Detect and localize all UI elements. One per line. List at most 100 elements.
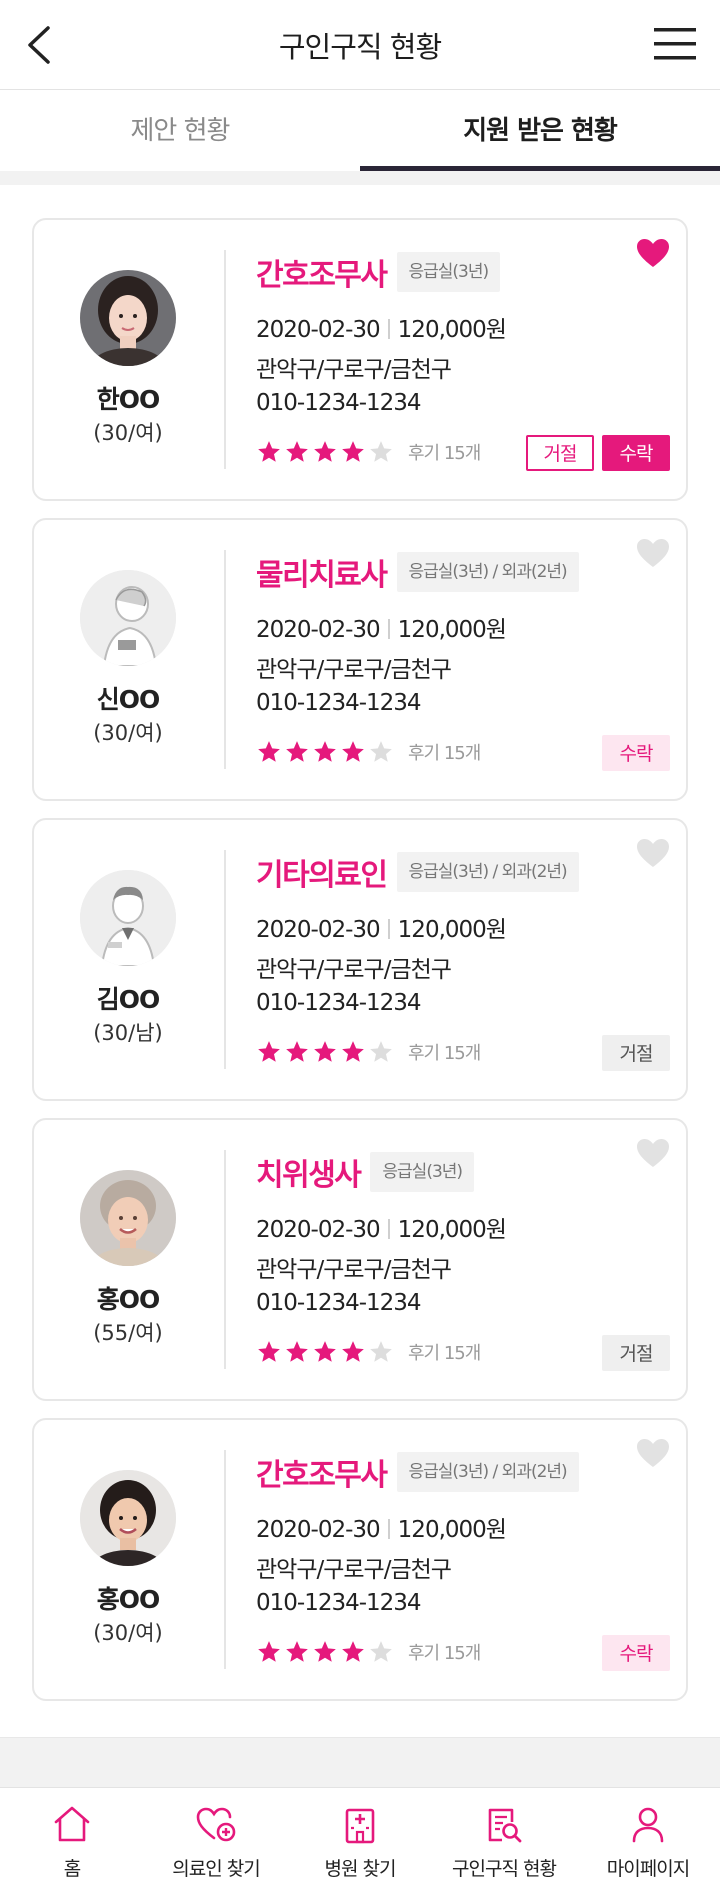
job-header: 물리치료사 응급실(3년) / 외과(2년): [256, 550, 579, 594]
work-date: 2020-02-30: [256, 317, 381, 343]
work-area: 관악구/구로구/금천구: [256, 357, 452, 383]
date-pay-line: 2020-02-30 120,000원: [256, 610, 507, 644]
review-count[interactable]: 후기 15개: [408, 439, 481, 465]
divider: [224, 850, 226, 1069]
applicant-age-gender: (30/남): [93, 1021, 163, 1045]
reject-button[interactable]: 거절: [526, 435, 594, 471]
date-pay-line: 2020-02-30 120,000원: [256, 1510, 507, 1544]
work-area: 관악구/구로구/금천구: [256, 657, 452, 683]
applicant-card[interactable]: 김OO (30/남) 기타의료인 응급실(3년) / 외과(2년) 2020-0…: [32, 818, 688, 1101]
divider: [224, 1450, 226, 1669]
nav-find-medical-staff[interactable]: 의료인 찾기: [144, 1788, 288, 1888]
phone-number: 010-1234-1234: [256, 390, 422, 416]
work-date: 2020-02-30: [256, 1517, 381, 1543]
person-icon: [632, 1807, 664, 1843]
tab-label: 지원 받은 현황: [463, 116, 618, 146]
nav-my-page[interactable]: 마이페이지: [576, 1788, 720, 1888]
divider: [224, 550, 226, 769]
separator: [387, 619, 390, 639]
work-date: 2020-02-30: [256, 1217, 381, 1243]
job-title: 간호조무사: [256, 1458, 388, 1493]
star-empty-icon: [370, 1041, 392, 1062]
job-header: 간호조무사 응급실(3년): [256, 250, 501, 294]
rejected-status-badge: 거절: [602, 1335, 670, 1371]
heart-outline-icon[interactable]: [636, 1138, 670, 1168]
separator: [387, 319, 390, 339]
pay: 120,000원: [397, 917, 507, 943]
separator: [387, 1519, 390, 1539]
tab-received-applications[interactable]: 지원 받은 현황: [360, 91, 720, 171]
nav-home[interactable]: 홈: [0, 1788, 144, 1888]
applicant-card[interactable]: 한OO (30/여) 간호조무사 응급실(3년) 2020-02-30 120,0…: [32, 218, 688, 501]
work-area: 관악구/구로구/금천구: [256, 1557, 452, 1583]
applicant-age-gender: (30/여): [93, 1621, 163, 1645]
job-header: 간호조무사 응급실(3년) / 외과(2년): [256, 1450, 579, 1494]
applicant-name: 신OO: [96, 685, 161, 714]
star-icon: [342, 1641, 364, 1662]
star-icon: [314, 1041, 336, 1062]
experience-badge: 응급실(3년): [396, 252, 501, 292]
job-title: 간호조무사: [256, 258, 388, 293]
star-empty-icon: [370, 441, 392, 462]
action-buttons: 거절: [602, 1335, 670, 1371]
heart-outline-icon[interactable]: [636, 838, 670, 868]
applicant-card[interactable]: 신OO (30/여) 물리치료사 응급실(3년) / 외과(2년) 2020-0…: [32, 518, 688, 801]
nav-job-status[interactable]: 구인구직 현황: [432, 1788, 576, 1888]
phone-number: 010-1234-1234: [256, 1290, 422, 1316]
rating: 후기 15개: [256, 738, 481, 766]
star-icon: [286, 1041, 308, 1062]
action-buttons: 수락: [602, 1635, 670, 1671]
rating: 후기 15개: [256, 438, 481, 466]
hospital-icon: [345, 1808, 375, 1844]
nav-label: 의료인 찾기: [172, 1858, 260, 1880]
heart-filled-icon[interactable]: [636, 238, 670, 268]
accepted-status-badge: 수락: [602, 1635, 670, 1671]
review-count[interactable]: 후기 15개: [408, 739, 481, 765]
phone-number: 010-1234-1234: [256, 1590, 422, 1616]
review-count[interactable]: 후기 15개: [408, 1639, 481, 1665]
accept-button[interactable]: 수락: [602, 435, 670, 471]
home-icon: [54, 1806, 90, 1842]
pay: 120,000원: [397, 1517, 507, 1543]
action-buttons: 거절: [602, 1035, 670, 1071]
phone-number: 010-1234-1234: [256, 990, 422, 1016]
star-icon: [258, 441, 280, 462]
divider: [224, 250, 226, 469]
star-icon: [342, 441, 364, 462]
job-title: 기타의료인: [256, 858, 388, 893]
pay: 120,000원: [397, 317, 507, 343]
divider: [224, 1150, 226, 1369]
star-icon: [314, 441, 336, 462]
heart-outline-icon[interactable]: [636, 1438, 670, 1468]
avatar: [80, 1170, 176, 1266]
review-count[interactable]: 후기 15개: [408, 1039, 481, 1065]
star-icon: [342, 1341, 364, 1362]
applicant-age-gender: (30/여): [93, 721, 163, 745]
star-empty-icon: [370, 1341, 392, 1362]
applicant-card[interactable]: 홍OO (30/여) 간호조무사 응급실(3년) / 외과(2년) 2020-0…: [32, 1418, 688, 1701]
rating: 후기 15개: [256, 1038, 481, 1066]
nav-label: 구인구직 현황: [452, 1858, 557, 1880]
experience-badge: 응급실(3년) / 외과(2년): [396, 1452, 579, 1492]
nav-find-hospital[interactable]: 병원 찾기: [288, 1788, 432, 1888]
star-icon: [258, 1041, 280, 1062]
hamburger-menu-icon[interactable]: [652, 24, 698, 64]
star-icon: [286, 1341, 308, 1362]
tab-offer-status[interactable]: 제안 현황: [0, 91, 360, 171]
section-divider: [0, 171, 720, 185]
page-title: 구인구직 현황: [278, 30, 442, 64]
heart-outline-icon[interactable]: [636, 538, 670, 568]
star-icon: [258, 1341, 280, 1362]
applicant-age-gender: (30/여): [93, 421, 163, 445]
phone-number: 010-1234-1234: [256, 690, 422, 716]
heart-plus-icon: [196, 1807, 236, 1842]
nav-label: 마이페이지: [606, 1858, 690, 1880]
star-icon: [286, 741, 308, 762]
star-empty-icon: [370, 741, 392, 762]
work-date: 2020-02-30: [256, 917, 381, 943]
star-icon: [314, 1341, 336, 1362]
star-icon: [258, 1641, 280, 1662]
nav-label: 병원 찾기: [324, 1858, 397, 1880]
applicant-card[interactable]: 홍OO (55/여) 치위생사 응급실(3년) 2020-02-30 120,00…: [32, 1118, 688, 1401]
review-count[interactable]: 후기 15개: [408, 1339, 481, 1365]
